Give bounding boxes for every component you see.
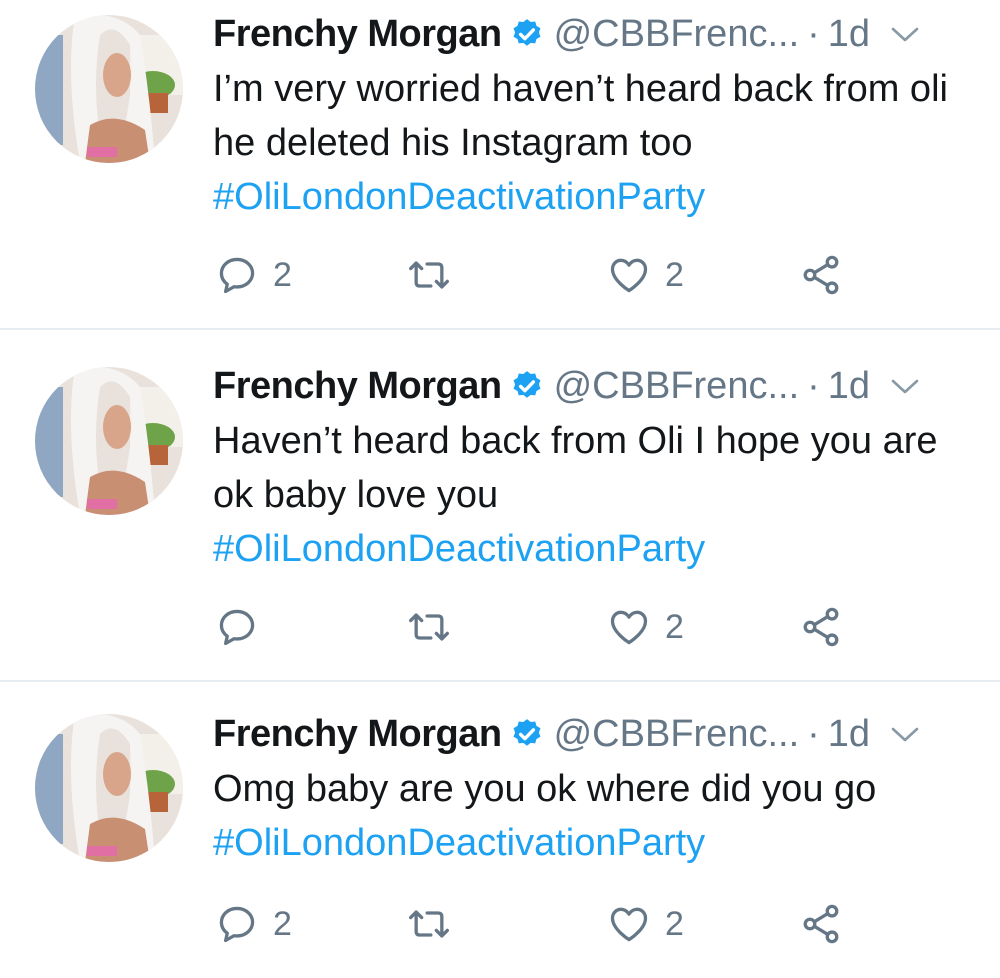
reply-count: 2 xyxy=(273,904,292,943)
verified-badge-icon xyxy=(513,19,541,46)
tweet-text: I’m very worried haven’t heard back from… xyxy=(213,62,970,224)
chevron-down-icon[interactable] xyxy=(890,23,920,45)
chevron-down-icon[interactable] xyxy=(890,723,920,745)
tweet-content: Frenchy Morgan @CBBFrenc... · 1d I’m ver… xyxy=(213,8,970,224)
tweet-actions: 2 2 xyxy=(213,250,1000,300)
hashtag-link[interactable]: #OliLondonDeactivationParty xyxy=(213,170,970,224)
retweet-icon xyxy=(409,910,449,938)
chevron-down-icon[interactable] xyxy=(890,375,920,397)
reply-icon xyxy=(219,257,255,294)
reply-button[interactable]: 2 xyxy=(215,250,292,300)
heart-icon xyxy=(610,610,648,645)
retweet-icon xyxy=(409,261,449,289)
tweet-text-content: I’m very worried haven’t heard back from… xyxy=(213,68,948,164)
tweet-header: Frenchy Morgan @CBBFrenc... · 1d xyxy=(213,360,970,412)
avatar[interactable] xyxy=(35,367,183,515)
tweet-actions: 2 2 xyxy=(213,899,1000,949)
like-count: 2 xyxy=(665,904,684,943)
avatar[interactable] xyxy=(35,714,183,862)
tweet-header: Frenchy Morgan @CBBFrenc... · 1d xyxy=(213,708,970,760)
like-button[interactable]: 2 xyxy=(607,899,684,949)
user-handle[interactable]: @CBBFrenc... xyxy=(554,360,800,412)
reply-button[interactable]: 2 xyxy=(215,899,292,949)
user-handle[interactable]: @CBBFrenc... xyxy=(554,708,800,760)
like-count: 2 xyxy=(665,255,684,294)
retweet-button[interactable] xyxy=(407,250,465,300)
retweet-icon xyxy=(409,613,449,641)
verified-badge-icon xyxy=(513,719,541,746)
tweet-header: Frenchy Morgan @CBBFrenc... · 1d xyxy=(213,8,970,60)
tweet-content: Frenchy Morgan @CBBFrenc... · 1d Haven’t… xyxy=(213,360,970,576)
separator-dot: · xyxy=(807,713,820,755)
display-name[interactable]: Frenchy Morgan xyxy=(213,360,502,412)
tweet-text-content: Omg baby are you ok where did you go xyxy=(213,768,877,810)
user-handle[interactable]: @CBBFrenc... xyxy=(554,8,800,60)
tweet-content: Frenchy Morgan @CBBFrenc... · 1d Omg bab… xyxy=(213,708,970,870)
display-name[interactable]: Frenchy Morgan xyxy=(213,708,502,760)
like-count: 2 xyxy=(665,607,684,646)
share-button[interactable] xyxy=(799,602,843,652)
tweet-text-content: Haven’t heard back from Oli I hope you a… xyxy=(213,420,938,516)
heart-icon xyxy=(610,258,648,293)
like-button[interactable]: 2 xyxy=(607,602,684,652)
retweet-button[interactable] xyxy=(407,899,465,949)
share-icon xyxy=(803,607,839,647)
timestamp[interactable]: 1d xyxy=(828,360,870,412)
tweet-text: Omg baby are you ok where did you go #Ol… xyxy=(213,762,970,870)
separator-dot: · xyxy=(807,13,820,55)
share-icon xyxy=(803,904,839,944)
timestamp[interactable]: 1d xyxy=(828,8,870,60)
reply-icon xyxy=(219,906,255,943)
avatar[interactable] xyxy=(35,15,183,163)
display-name[interactable]: Frenchy Morgan xyxy=(213,8,502,60)
reply-count: 2 xyxy=(273,255,292,294)
tweet[interactable]: Frenchy Morgan @CBBFrenc... · 1d Omg bab… xyxy=(0,682,1000,978)
heart-icon xyxy=(610,907,648,942)
like-button[interactable]: 2 xyxy=(607,250,684,300)
timestamp[interactable]: 1d xyxy=(828,708,870,760)
separator-dot: · xyxy=(807,365,820,407)
reply-button[interactable] xyxy=(215,602,273,652)
tweet-actions: 2 xyxy=(213,602,1000,652)
tweet[interactable]: Frenchy Morgan @CBBFrenc... · 1d I’m ver… xyxy=(0,0,1000,330)
share-button[interactable] xyxy=(799,899,843,949)
tweet-text: Haven’t heard back from Oli I hope you a… xyxy=(213,414,970,576)
share-button[interactable] xyxy=(799,250,843,300)
retweet-button[interactable] xyxy=(407,602,465,652)
share-icon xyxy=(803,255,839,295)
tweet[interactable]: Frenchy Morgan @CBBFrenc... · 1d Haven’t… xyxy=(0,330,1000,682)
verified-badge-icon xyxy=(513,371,541,398)
reply-icon xyxy=(219,609,255,646)
hashtag-link[interactable]: #OliLondonDeactivationParty xyxy=(213,816,970,870)
hashtag-link[interactable]: #OliLondonDeactivationParty xyxy=(213,522,970,576)
timeline: Frenchy Morgan @CBBFrenc... · 1d I’m ver… xyxy=(0,0,1000,978)
